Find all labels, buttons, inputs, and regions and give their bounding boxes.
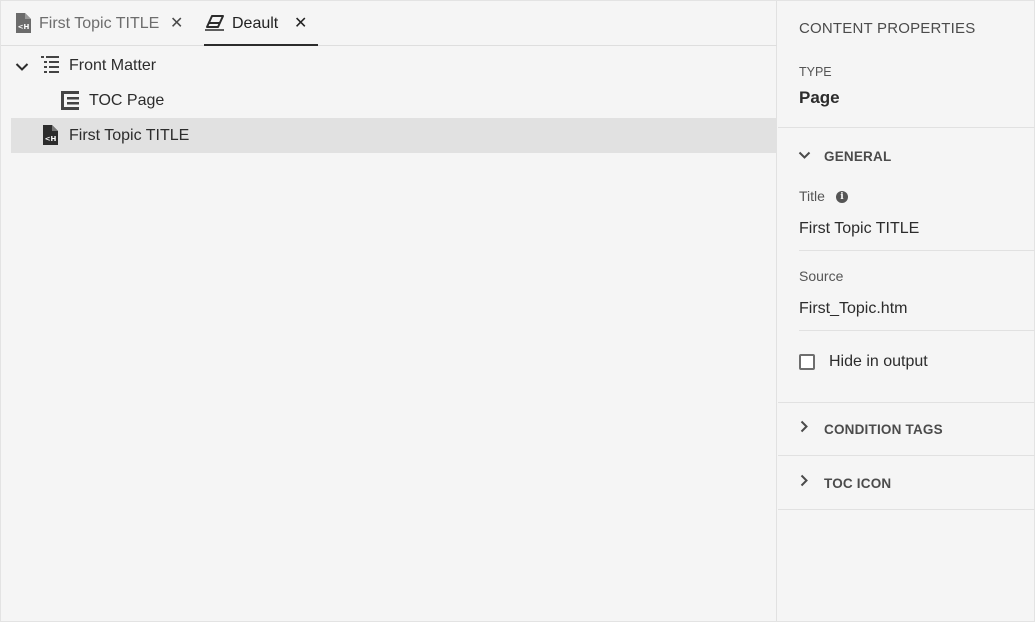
chevron-right-icon — [800, 420, 809, 438]
svg-text:<H: <H — [45, 135, 57, 143]
tree-item-front-matter[interactable]: Front Matter — [11, 48, 776, 83]
divider — [778, 402, 1035, 403]
close-icon[interactable]: ✕ — [294, 13, 307, 33]
book-list-icon — [41, 56, 59, 73]
tree-item-first-topic[interactable]: <H First Topic TITLE — [11, 118, 776, 153]
condition-tags-section-header[interactable]: CONDITION TAGS — [778, 409, 1035, 449]
section-title: TOC ICON — [824, 475, 892, 491]
divider — [778, 509, 1035, 510]
tree-item-label: First Topic TITLE — [69, 126, 190, 144]
topic-file-icon: <H — [15, 13, 31, 38]
eraser-icon — [205, 15, 225, 36]
general-section-header[interactable]: GENERAL — [778, 136, 1035, 176]
toc-icon-section-header[interactable]: TOC ICON — [778, 463, 1035, 503]
field-underline — [799, 250, 1035, 251]
source-label: Source — [799, 268, 844, 284]
field-underline — [799, 330, 1035, 331]
chevron-down-icon[interactable] — [15, 59, 29, 77]
type-value: Page — [799, 88, 840, 107]
tree-item-label: TOC Page — [89, 91, 165, 109]
app-window: <H First Topic TITLE ✕ Deault ✕ Front Ma… — [0, 0, 1035, 622]
tab-label: Deault — [232, 14, 279, 32]
tree-item-toc-page[interactable]: TOC Page — [11, 83, 776, 118]
toc-page-icon — [61, 91, 79, 110]
tree-item-label: Front Matter — [69, 56, 157, 74]
panel-title: CONTENT PROPERTIES — [799, 20, 976, 37]
divider — [778, 455, 1035, 456]
chevron-right-icon — [800, 474, 809, 492]
divider — [778, 127, 1035, 128]
section-title: CONDITION TAGS — [824, 421, 943, 437]
tab-label: First Topic TITLE — [39, 14, 160, 32]
source-field[interactable]: First_Topic.htm — [799, 300, 907, 318]
tab-first-topic[interactable]: <H First Topic TITLE ✕ — [15, 1, 190, 46]
section-title: GENERAL — [824, 148, 892, 164]
hide-in-output-checkbox[interactable] — [799, 354, 815, 370]
tab-bar: <H First Topic TITLE ✕ Deault ✕ — [1, 1, 777, 46]
title-label: Title — [799, 188, 825, 204]
info-icon[interactable]: i — [836, 191, 848, 203]
chevron-down-icon — [798, 147, 811, 165]
type-label: TYPE — [799, 65, 832, 79]
svg-text:<H: <H — [18, 23, 30, 31]
hide-in-output-label[interactable]: Hide in output — [829, 353, 928, 371]
close-icon[interactable]: ✕ — [170, 13, 183, 33]
tab-deault[interactable]: Deault ✕ — [204, 1, 318, 46]
topic-file-icon: <H — [42, 125, 58, 145]
content-properties-panel: CONTENT PROPERTIES TYPE Page GENERAL Tit… — [778, 1, 1035, 621]
title-field[interactable]: First Topic TITLE — [799, 220, 919, 238]
toc-editor-pane: <H First Topic TITLE ✕ Deault ✕ Front Ma… — [1, 1, 777, 621]
